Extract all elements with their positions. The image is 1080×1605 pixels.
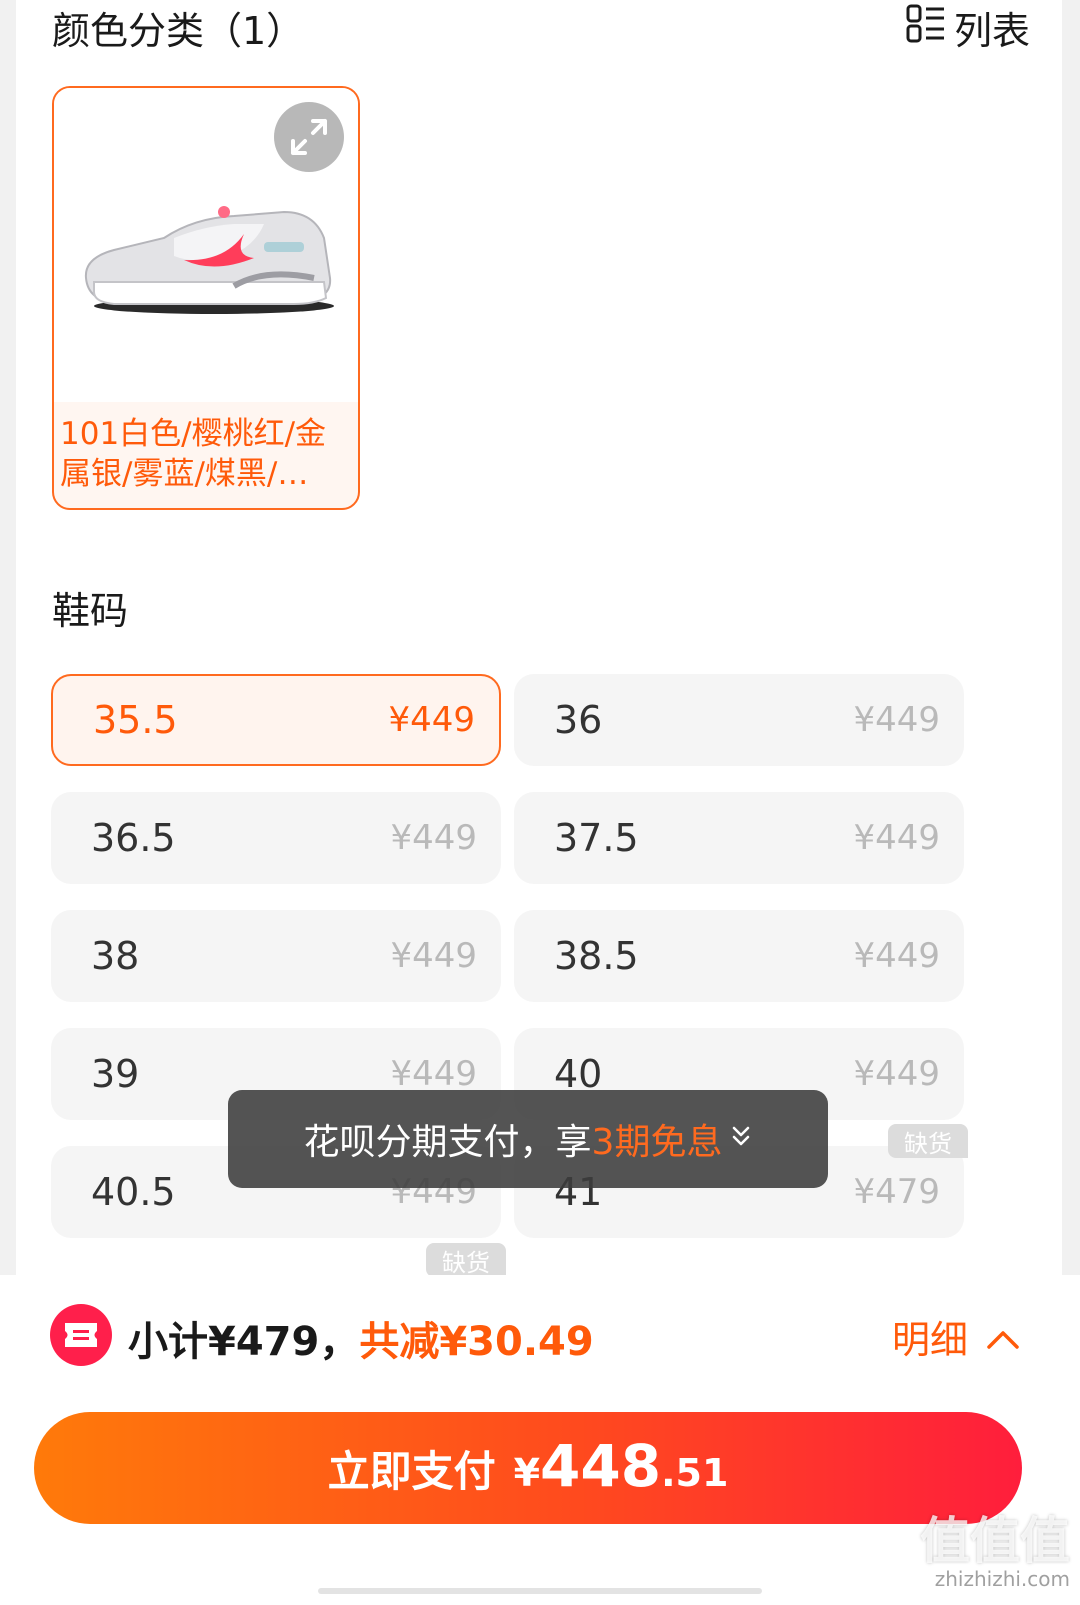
watermark-logo: 值值值 <box>920 1512 1070 1570</box>
price-summary: 小计¥479，共减¥30.49 <box>128 1309 594 1367</box>
expand-image-button[interactable] <box>274 102 344 172</box>
size-price: ¥449 <box>390 1054 477 1094</box>
size-label: 40.5 <box>91 1170 176 1214</box>
installment-toast[interactable]: 花呗分期支付，享 3期免息 <box>228 1090 828 1188</box>
discount-text: 共减¥30.49 <box>359 1319 594 1365</box>
size-option-36-5[interactable]: 36.5 ¥449 <box>51 792 501 884</box>
list-view-icon <box>906 3 946 52</box>
size-price: ¥449 <box>853 1054 940 1094</box>
size-option-37-5[interactable]: 37.5 ¥449 <box>514 792 964 884</box>
product-thumbnail <box>54 88 358 402</box>
size-option-35-5[interactable]: 35.5 ¥449 <box>51 674 501 766</box>
site-watermark: 值值值 zhizhizhi.com <box>920 1515 1070 1591</box>
toast-highlight: 3期免息 <box>591 1122 723 1163</box>
size-option-38[interactable]: 38 ¥449 <box>51 910 501 1002</box>
size-label: 36.5 <box>91 816 176 860</box>
size-label: 37.5 <box>554 816 639 860</box>
size-label: 38 <box>91 934 140 978</box>
list-view-label: 列表 <box>953 9 1030 53</box>
pay-amount-decimal: .51 <box>661 1451 729 1495</box>
shoe-image <box>84 206 334 314</box>
coupon-icon <box>50 1304 112 1366</box>
color-option-card[interactable]: 101白色/樱桃红/金属银/雾蓝/煤黑/… <box>52 86 360 510</box>
size-price: ¥449 <box>853 936 940 976</box>
detail-label: 明细 <box>891 1318 968 1362</box>
toast-text: 花呗分期支付，享 <box>303 1122 592 1163</box>
watermark-url: zhizhizhi.com <box>934 1567 1070 1591</box>
list-view-toggle[interactable]: 列表 <box>906 0 1030 55</box>
pay-currency: ¥ <box>513 1451 541 1495</box>
home-indicator[interactable] <box>318 1588 762 1594</box>
pay-now-button[interactable]: 立即支付 ¥ 448 .51 <box>34 1412 1022 1524</box>
subtotal-text: 小计¥479， <box>128 1319 360 1365</box>
size-price: ¥479 <box>853 1172 940 1212</box>
size-section-title: 鞋码 <box>52 589 129 633</box>
out-of-stock-badge: 缺货 <box>888 1124 968 1158</box>
size-option-36[interactable]: 36 ¥449 <box>514 674 964 766</box>
size-price: ¥449 <box>390 936 477 976</box>
size-price: ¥449 <box>853 818 940 858</box>
price-detail-toggle[interactable]: 明细 <box>892 1309 1020 1364</box>
expand-icon <box>291 119 327 155</box>
color-section-title: 颜色分类（1） <box>52 9 305 53</box>
size-label: 35.5 <box>93 698 178 742</box>
color-option-label: 101白色/樱桃红/金属银/雾蓝/煤黑/… <box>60 416 327 492</box>
pay-amount-integer: 448 <box>540 1432 662 1500</box>
size-price: ¥449 <box>390 818 477 858</box>
size-price: ¥449 <box>388 700 475 740</box>
pay-button-label: 立即支付 <box>327 1447 496 1496</box>
size-price: ¥449 <box>853 700 940 740</box>
size-label: 38.5 <box>554 934 639 978</box>
size-option-38-5[interactable]: 38.5 ¥449 <box>514 910 964 1002</box>
out-of-stock-badge: 缺货 <box>426 1243 506 1277</box>
checkout-bar: 小计¥479，共减¥30.49 明细 立即支付 ¥ 448 .51 <box>0 1275 1080 1605</box>
size-label: 39 <box>91 1052 140 1096</box>
double-chevron-down-icon <box>730 1124 752 1155</box>
size-label: 36 <box>554 698 603 742</box>
chevron-up-icon <box>986 1315 1020 1359</box>
